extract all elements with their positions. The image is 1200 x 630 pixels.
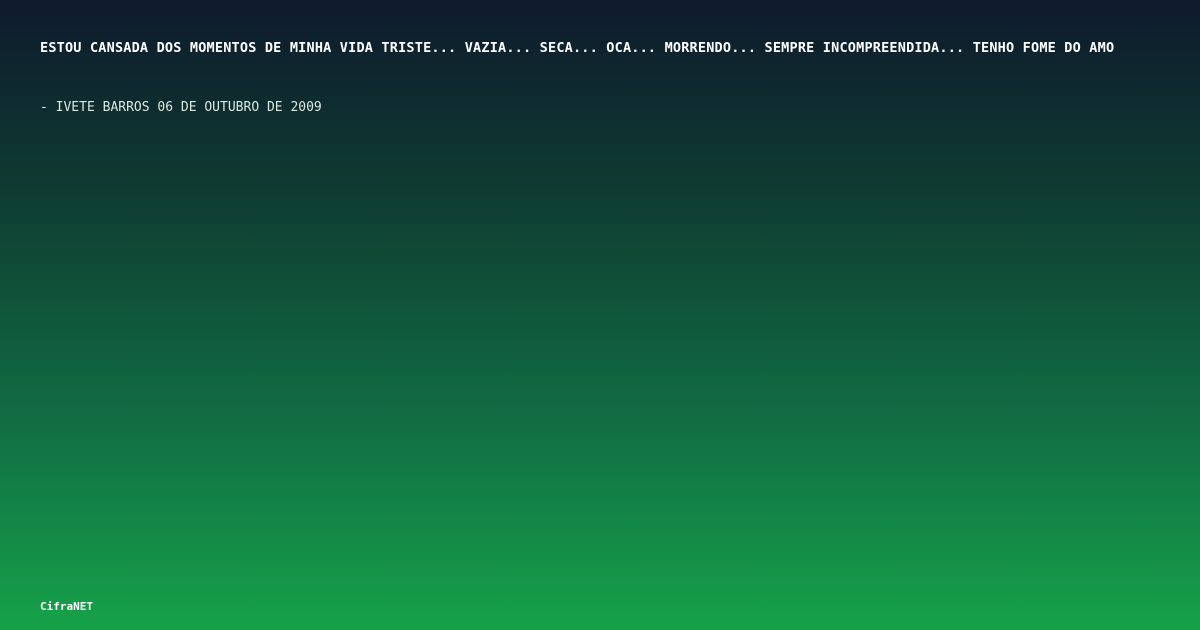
share-card: { "card": { "quote": "ESTOU CANSADA DOS … [0, 0, 1200, 630]
brand-logo-text: CifraNET [40, 600, 93, 613]
author-date-line: - IVETE BARROS 06 DE OUTUBRO DE 2009 [40, 100, 322, 115]
quote-text: ESTOU CANSADA DOS MOMENTOS DE MINHA VIDA… [40, 40, 1115, 56]
